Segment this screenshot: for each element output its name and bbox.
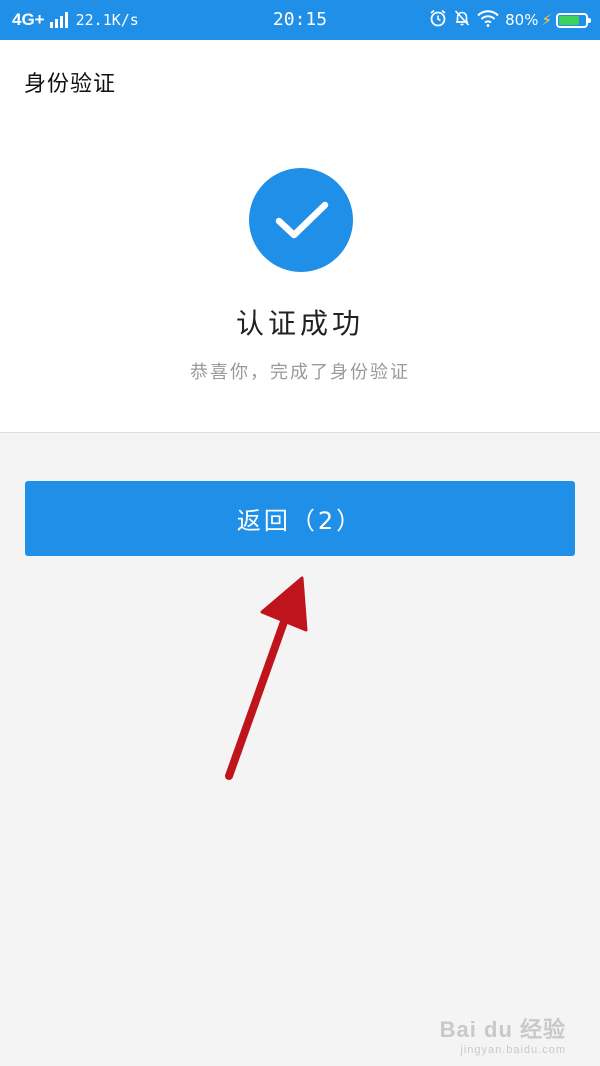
watermark-url: jingyan.baidu.com <box>460 1044 566 1056</box>
red-arrow-annotation <box>225 576 308 780</box>
watermark-logo: Bai du 经验 <box>439 1017 566 1042</box>
watermark: Bai du 经验 jingyan.baidu.com <box>440 1012 566 1056</box>
